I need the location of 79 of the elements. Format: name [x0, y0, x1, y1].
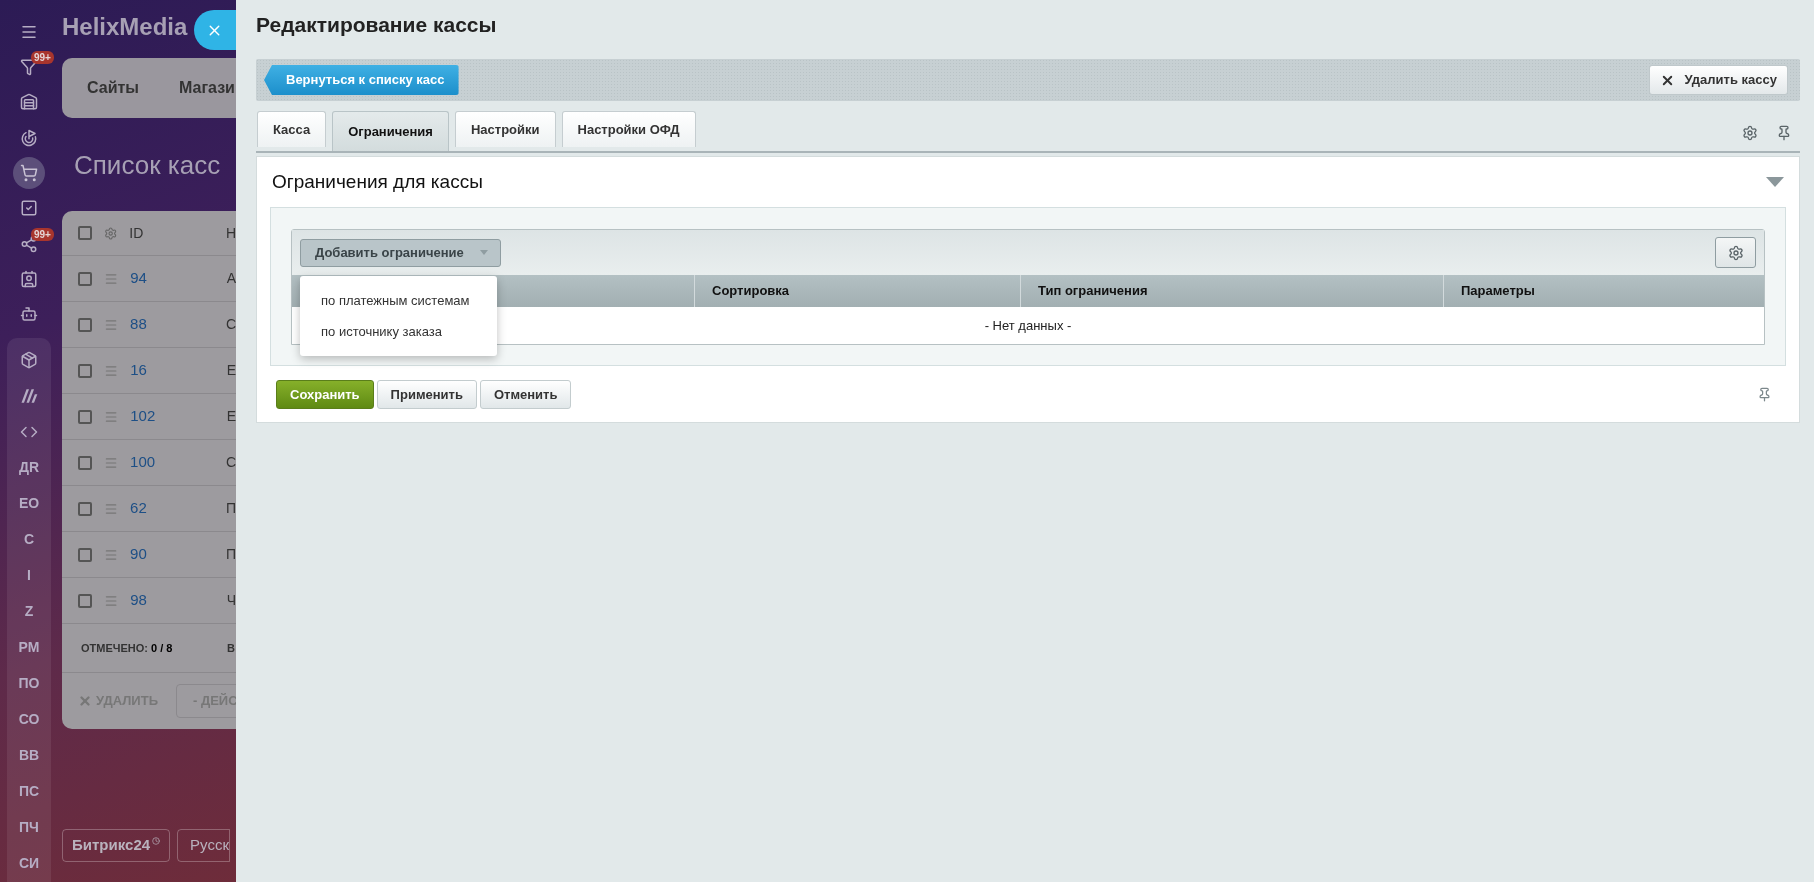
caret-icon: [479, 250, 488, 255]
id-link[interactable]: 16: [130, 359, 215, 382]
panel-title: Редактирование кассы: [256, 12, 498, 38]
form-button[interactable]: Отменить: [479, 380, 572, 409]
sidebar-item[interactable]: ВВ: [18, 737, 40, 774]
add-restriction-dropdown[interactable]: Добавить ограничение: [300, 238, 501, 267]
collapse-triangle-icon[interactable]: [1766, 177, 1784, 187]
id-link[interactable]: 98: [130, 589, 215, 612]
sidebar-item[interactable]: СО: [18, 701, 40, 738]
menu-item[interactable]: по платежным системам: [300, 285, 497, 316]
table-cell-text: П: [225, 499, 236, 518]
id-link[interactable]: 102: [130, 405, 215, 428]
tab[interactable]: Ограничения: [332, 111, 449, 151]
column-header: Н: [225, 223, 236, 243]
table-cell-text: С: [225, 315, 236, 334]
settings-icon[interactable]: [1742, 125, 1758, 141]
settings-button[interactable]: [1715, 237, 1756, 268]
column-header: Тип ограничения: [1038, 282, 1148, 301]
table-footer-text: В: [227, 640, 235, 656]
table-cell-text: С: [225, 453, 236, 472]
settings-icon: [1727, 244, 1744, 261]
sidebar-item[interactable]: I: [27, 557, 31, 594]
table-cell-text: Е: [226, 407, 236, 426]
tab[interactable]: Настройки: [454, 111, 556, 147]
count-badge: 99+: [31, 227, 54, 241]
clock-icon: [152, 837, 161, 845]
sidebar-item[interactable]: ПО: [18, 665, 40, 702]
checkbox[interactable]: [78, 501, 92, 516]
sidebar-item[interactable]: ПЧ: [19, 809, 39, 846]
settings-icon[interactable]: [104, 225, 118, 241]
delete-button[interactable]: Удалить кассу: [1648, 65, 1788, 95]
tab[interactable]: Настройки ОФД: [561, 111, 696, 147]
checkbox[interactable]: [78, 593, 92, 608]
close-button[interactable]: [194, 10, 236, 50]
column-header: Параметры: [1461, 282, 1535, 301]
sidebar-item[interactable]: ДR: [18, 449, 40, 486]
tab[interactable]: Касса: [257, 111, 327, 147]
id-link[interactable]: 94: [130, 267, 215, 290]
column-header: Сортировка: [712, 282, 790, 301]
id-link[interactable]: 100: [130, 451, 214, 474]
sidebar-item[interactable]: С: [23, 521, 35, 558]
menu-item[interactable]: по источнику заказа: [300, 316, 497, 347]
id-link[interactable]: 88: [130, 313, 214, 336]
checkbox[interactable]: [78, 409, 92, 424]
checkbox[interactable]: [78, 317, 92, 332]
cart-icon[interactable]: [13, 156, 45, 189]
id-link[interactable]: 62: [130, 497, 214, 520]
checkbox[interactable]: [78, 226, 92, 240]
sidebar-item[interactable]: Z: [24, 593, 34, 630]
sidebar-item[interactable]: EO: [18, 485, 40, 522]
pin-icon[interactable]: [1776, 125, 1792, 141]
close-icon: [78, 694, 92, 708]
id-link[interactable]: 90: [130, 543, 214, 566]
back-button[interactable]: Вернуться к списку касс: [264, 65, 459, 95]
app-title: HelixMedia: [62, 12, 188, 42]
count-badge: 99+: [31, 51, 54, 65]
checkbox[interactable]: [78, 271, 92, 286]
checkbox[interactable]: [78, 455, 92, 470]
checkbox[interactable]: [78, 547, 92, 562]
table-cell-text: А: [226, 269, 236, 288]
table-cell-text: Ч: [226, 591, 236, 610]
table-cell-text: П: [225, 545, 236, 564]
column-header: ID: [129, 223, 145, 243]
pin-icon[interactable]: [1757, 387, 1772, 402]
page-title: Список касс: [73, 149, 222, 182]
table-cell-text: Е: [226, 361, 236, 380]
selected-count: ОТМЕЧЕНО: 0 / 8: [81, 640, 174, 656]
section-title: Ограничения для кассы: [272, 169, 483, 194]
sidebar-item[interactable]: СИ: [18, 845, 40, 882]
nav-item[interactable]: Сайты: [87, 76, 139, 100]
checkbox[interactable]: [78, 363, 92, 378]
language-button[interactable]: Русск: [177, 829, 230, 862]
nav-item[interactable]: Магази: [179, 76, 235, 100]
form-button[interactable]: Применить: [376, 380, 477, 409]
sidebar-item[interactable]: ПС: [18, 773, 40, 810]
form-button[interactable]: Сохранить: [276, 380, 374, 409]
sidebar-item[interactable]: PM: [18, 629, 40, 666]
brand-button[interactable]: Битрикс24: [62, 829, 171, 862]
empty-message: - Нет данных -: [984, 316, 1072, 335]
